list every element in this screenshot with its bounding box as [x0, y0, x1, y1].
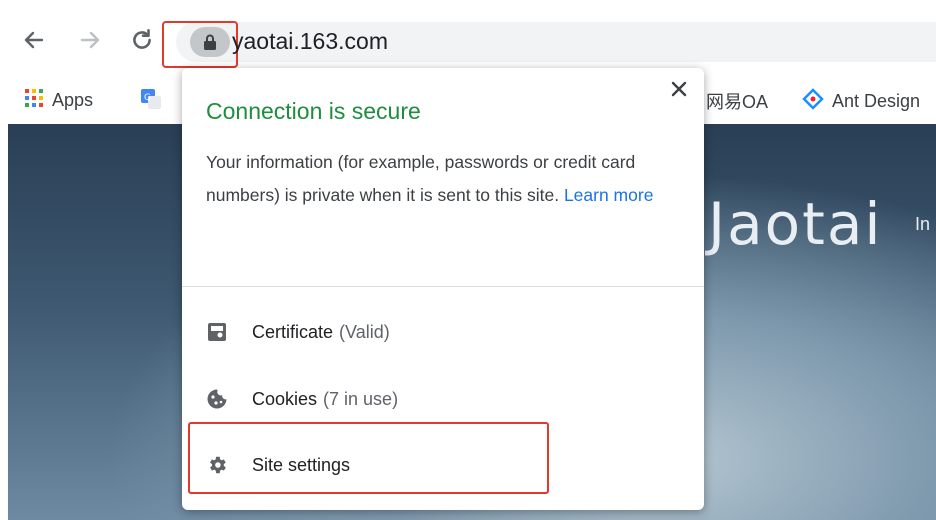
brand-suffix-text: In	[915, 214, 931, 234]
browser-toolbar: yaotai.163.com	[0, 0, 936, 74]
certificate-label: Certificate	[252, 321, 334, 342]
bookmark-163-oa[interactable]: 网易OA	[706, 88, 768, 114]
brand-logo-text: Jaotai	[708, 190, 883, 258]
site-settings-highlight-box	[188, 422, 549, 494]
bookmark-label: Apps	[52, 90, 94, 110]
certificate-row[interactable]: Certificate (Valid)	[206, 321, 390, 343]
reload-button[interactable]	[128, 24, 156, 56]
popup-title: Connection is secure	[206, 98, 421, 124]
learn-more-link[interactable]: Learn more	[564, 185, 654, 205]
bookmark-label: Ant Design	[832, 91, 921, 111]
cookies-count: (7 in use)	[323, 388, 399, 409]
reload-icon	[133, 28, 151, 49]
bookmark-translate[interactable]: G	[140, 88, 170, 115]
certificate-icon	[206, 321, 228, 343]
forward-arrow-icon	[80, 31, 100, 49]
bookmark-apps[interactable]: Apps	[24, 88, 93, 113]
popup-divider	[182, 286, 704, 287]
cookie-icon	[206, 388, 228, 410]
ant-design-icon	[802, 88, 824, 115]
bookmark-ant-design[interactable]: Ant Design	[802, 88, 920, 115]
cookies-row[interactable]: Cookies (7 in use)	[206, 388, 398, 410]
certificate-status: (Valid)	[339, 321, 390, 342]
back-button[interactable]	[20, 24, 48, 56]
apps-grid-icon	[24, 88, 44, 113]
lock-highlight-box	[162, 21, 238, 68]
popup-description: Your information (for example, passwords…	[206, 146, 674, 212]
bookmark-label: 网易OA	[706, 92, 769, 112]
svg-text:G: G	[144, 93, 151, 103]
forward-button[interactable]	[76, 24, 104, 56]
close-icon	[671, 81, 687, 97]
back-arrow-icon	[24, 31, 44, 49]
translate-icon: G	[140, 88, 162, 115]
close-button[interactable]	[668, 78, 690, 100]
cookies-label: Cookies	[252, 388, 318, 409]
url-text[interactable]: yaotai.163.com	[232, 28, 388, 55]
